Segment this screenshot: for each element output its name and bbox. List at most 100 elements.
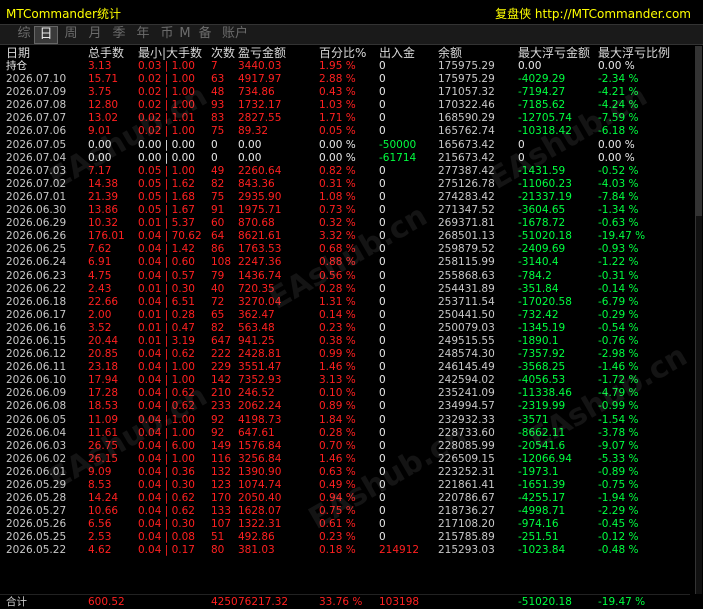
row-float-loss: -784.2	[518, 269, 552, 282]
row-balance: 271347.52	[438, 204, 495, 217]
table-row[interactable]: 2026.07.05 0.00 0.00 | 0.00 0 0.00 0.00 % -500…	[5, 139, 690, 152]
table-row[interactable]: 2026.06.17 2.00 0.01 | 0.28 65 362.47 0.14 % 0…	[5, 309, 690, 322]
row-minmax: 0.04 | 6.51	[138, 295, 195, 308]
table-row[interactable]: 2026.06.22 2.43 0.01 | 0.30 40 720.35 0.28 % 0…	[5, 283, 690, 296]
tab-0[interactable]: 综	[12, 26, 36, 42]
column-header[interactable]: 最大浮亏金额	[518, 46, 590, 60]
table-row[interactable]: 2026.06.04 11.61 0.04 | 1.00 92 647.61 0.28 %…	[5, 427, 690, 440]
period-tab-bar: 综日周月季年币 M 备账户	[0, 24, 703, 45]
row-balance: 165762.74	[438, 125, 495, 138]
table-row[interactable]: 2026.06.03 26.75 0.04 | 6.00 149 1576.84 0.70…	[5, 440, 690, 453]
table-row[interactable]: 2026.07.07 13.02 0.02 | 1.01 83 2827.55 1.71 …	[5, 112, 690, 125]
row-lots: 3.13	[88, 60, 112, 72]
row-minmax: 0.01 | 0.30	[138, 282, 195, 295]
tab-3[interactable]: 月	[84, 26, 106, 42]
table-row[interactable]: 2026.06.25 7.62 0.04 | 1.42 86 1763.53 0.68 %…	[5, 243, 690, 256]
row-pnl: 843.36	[238, 177, 275, 190]
table-row[interactable]: 持仓 3.13 0.03 | 1.00 7 3440.03 1.95 % 0 175975.2…	[5, 60, 690, 73]
column-header[interactable]: 百分比%	[319, 46, 366, 60]
table-row[interactable]: 2026.06.29 10.32 0.01 | 5.37 60 870.68 0.32 %…	[5, 217, 690, 230]
row-pnl: 1322.31	[238, 518, 282, 531]
table-row[interactable]: 2026.07.04 0.00 0.00 | 0.00 0 0.00 0.00 % -617…	[5, 152, 690, 165]
row-float-loss: -1431.59	[518, 164, 566, 177]
table-row[interactable]: 2026.06.24 6.91 0.04 | 0.60 108 2247.36 0.88 …	[5, 256, 690, 269]
table-row[interactable]: 2026.06.11 23.18 0.04 | 1.00 229 3551.47 1.46…	[5, 361, 690, 374]
row-float-loss-pct: 0.00 %	[598, 138, 635, 151]
row-float-loss-pct: -9.07 %	[598, 439, 639, 452]
row-date: 2026.06.23	[6, 269, 67, 282]
table-row[interactable]: 2026.06.10 17.94 0.04 | 1.00 142 7352.93 3.13…	[5, 374, 690, 387]
row-minmax: 0.02 | 1.00	[138, 99, 195, 112]
row-lots: 6.56	[88, 518, 112, 531]
row-float-loss-pct: -0.14 %	[598, 282, 639, 295]
column-header[interactable]: 次数	[211, 46, 235, 60]
tab-8[interactable]: 备	[194, 26, 216, 42]
table-row[interactable]: 2026.06.12 20.85 0.04 | 0.62 222 2428.81 0.99…	[5, 348, 690, 361]
table-row[interactable]: 2026.07.08 12.80 0.02 | 1.00 93 1732.17 1.03 …	[5, 99, 690, 112]
row-count: 92	[211, 413, 225, 426]
column-header[interactable]: 出入金	[379, 46, 415, 60]
tab-9[interactable]: 账户	[218, 26, 252, 42]
table-row[interactable]: 2026.07.06 9.01 0.02 | 1.00 75 89.32 0.05 % 0 1…	[5, 125, 690, 138]
table-row[interactable]: 2026.06.18 22.66 0.04 | 6.51 72 3270.04 1.31 …	[5, 296, 690, 309]
row-date: 2026.05.29	[6, 479, 67, 491]
row-minmax: 0.02 | 1.00	[138, 86, 195, 99]
app-title: MTCommander统计	[6, 7, 121, 21]
table-row[interactable]: 2026.06.15 20.44 0.01 | 3.19 647 941.25 0.38 …	[5, 335, 690, 348]
column-header[interactable]: 日期	[6, 46, 30, 60]
row-pnl: 7352.93	[238, 374, 282, 387]
row-io: 0	[379, 86, 386, 99]
table-row[interactable]: 2026.06.30 13.86 0.05 | 1.67 91 1975.71 0.73 …	[5, 204, 690, 217]
row-count: 63	[211, 73, 225, 86]
table-row[interactable]: 2026.05.28 14.24 0.04 | 0.62 170 2050.40 0.94…	[5, 492, 690, 505]
table-row[interactable]: 2026.06.01 9.09 0.04 | 0.36 132 1390.90 0.63 …	[5, 466, 690, 479]
row-float-loss: -7357.92	[518, 348, 566, 361]
row-balance: 165673.42	[438, 138, 495, 151]
column-header[interactable]: 余额	[438, 46, 462, 60]
table-row[interactable]: 2026.06.26 176.01 0.04 | 70.62 64 8621.61 3.3…	[5, 230, 690, 243]
row-minmax: 0.03 | 1.00	[138, 60, 195, 72]
row-pct: 1.46 %	[319, 452, 356, 465]
tab-4[interactable]: 季	[108, 26, 130, 42]
tab-7[interactable]: M	[176, 26, 194, 42]
row-lots: 14.38	[88, 177, 119, 190]
table-row[interactable]: 2026.06.23 4.75 0.04 | 0.57 79 1436.74 0.56 %…	[5, 270, 690, 283]
row-float-loss-pct: -0.54 %	[598, 321, 639, 334]
table-row[interactable]: 2026.05.27 10.66 0.04 | 0.62 133 1628.07 0.75…	[5, 505, 690, 518]
tab-6[interactable]: 币	[156, 26, 178, 42]
tab-5[interactable]: 年	[132, 26, 154, 42]
table-row[interactable]: 2026.06.05 11.09 0.04 | 1.00 92 4198.73 1.84 …	[5, 414, 690, 427]
column-header[interactable]: 最小|大手数	[138, 46, 202, 60]
table-row[interactable]: 2026.05.22 4.62 0.04 | 0.17 80 381.03 0.18 % 2…	[5, 544, 690, 557]
table-row[interactable]: 2026.07.01 21.39 0.05 | 1.68 75 2935.90 1.08 …	[5, 191, 690, 204]
scrollbar-thumb[interactable]	[696, 46, 702, 216]
table-row[interactable]: 2026.05.26 6.56 0.04 | 0.30 107 1322.31 0.61 …	[5, 518, 690, 531]
table-row[interactable]: 2026.05.25 2.53 0.04 | 0.08 51 492.86 0.23 % 0…	[5, 531, 690, 544]
row-float-loss: -4029.29	[518, 73, 566, 86]
row-lots: 0.00	[88, 138, 112, 151]
table-row[interactable]: 2026.05.29 8.53 0.04 | 0.30 123 1074.74 0.49 …	[5, 479, 690, 492]
row-count: 91	[211, 204, 225, 217]
column-header[interactable]: 总手数	[88, 46, 124, 60]
tab-1[interactable]: 日	[34, 26, 58, 44]
table-row[interactable]: 2026.06.16 3.52 0.01 | 0.47 82 563.48 0.23 % 0…	[5, 322, 690, 335]
row-lots: 26.15	[88, 452, 119, 465]
row-count: 75	[211, 190, 225, 203]
row-count: 86	[211, 243, 225, 256]
vertical-scrollbar[interactable]	[695, 46, 702, 594]
column-header[interactable]: 最大浮亏比例	[598, 46, 670, 60]
row-minmax: 0.01 | 5.37	[138, 217, 195, 230]
row-minmax: 0.01 | 0.28	[138, 308, 195, 321]
table-row[interactable]: 2026.07.03 7.17 0.05 | 1.00 49 2260.64 0.82 %…	[5, 165, 690, 178]
table-row[interactable]: 2026.06.02 26.15 0.04 | 1.00 116 3256.84 1.46…	[5, 453, 690, 466]
table-row[interactable]: 2026.07.10 15.71 0.02 | 1.00 63 4917.97 2.88 …	[5, 73, 690, 86]
table-row[interactable]: 2026.07.02 14.38 0.05 | 1.62 82 843.36 0.31 %…	[5, 178, 690, 191]
row-io: 0	[379, 230, 386, 243]
row-io: 214912	[379, 544, 420, 557]
table-row[interactable]: 2026.07.09 3.75 0.02 | 1.00 48 734.86 0.43 % 0…	[5, 86, 690, 99]
column-header[interactable]: 盈亏金额	[238, 46, 286, 60]
table-row[interactable]: 2026.06.09 17.28 0.04 | 0.62 210 246.52 0.10 …	[5, 387, 690, 400]
brand-link[interactable]: 复盘侠 http://MTCommander.com	[495, 5, 691, 22]
table-row[interactable]: 2026.06.08 18.53 0.04 | 0.62 233 2062.24 0.89…	[5, 400, 690, 413]
tab-2[interactable]: 周	[60, 26, 82, 42]
